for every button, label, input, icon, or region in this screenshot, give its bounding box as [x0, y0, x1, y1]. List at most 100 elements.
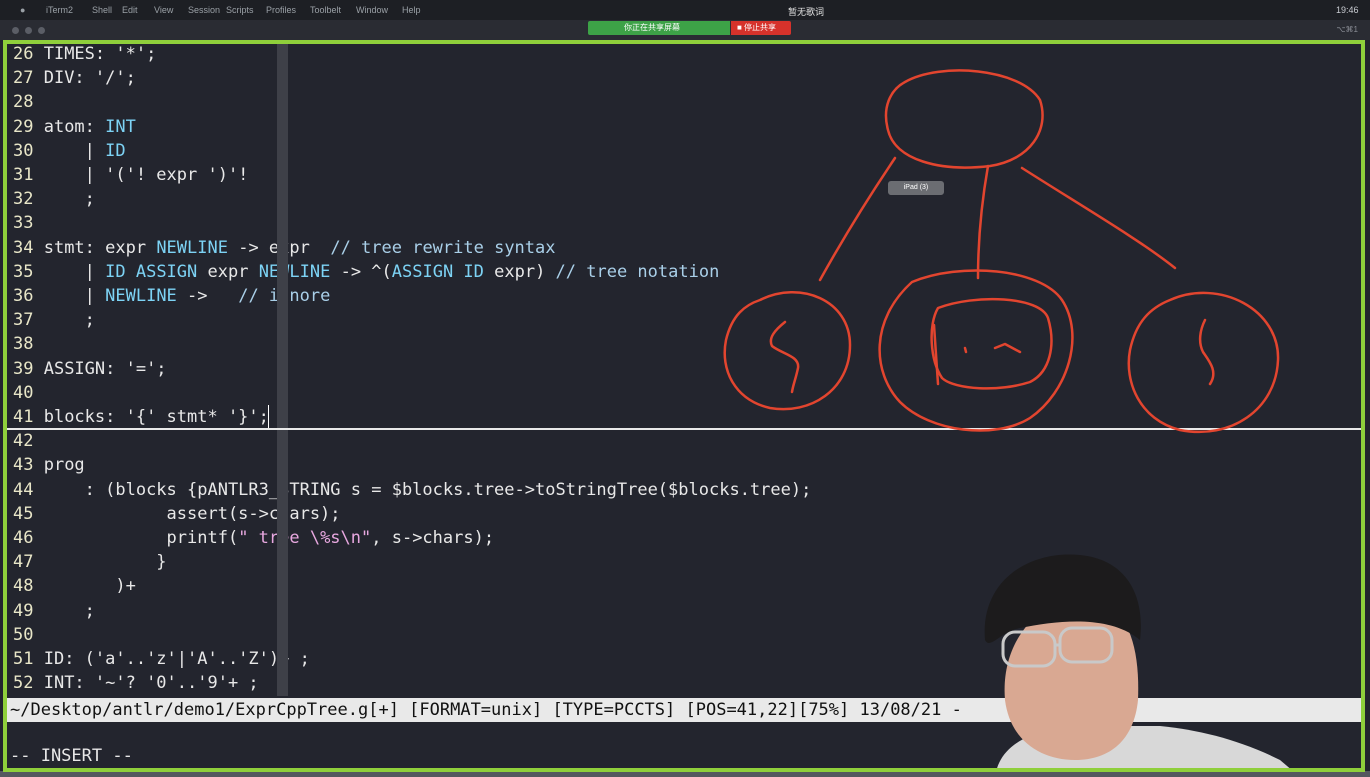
code-token: TIMES: '*';: [33, 44, 157, 64]
code-line: 48 )+: [13, 574, 136, 598]
code-token: ;: [33, 600, 95, 621]
left-node-mark: [769, 320, 800, 394]
code-token: ASSIGN ID: [391, 261, 484, 282]
code-line: 41 blocks: '{' stmt* '}';​: [13, 405, 269, 429]
code-line: 29 atom: INT: [13, 115, 136, 139]
code-token: NEWLINE: [258, 261, 331, 282]
line-number: 45: [13, 503, 34, 524]
code-token: : (blocks {pANTLR3_STRING s = $blocks.tr…: [33, 479, 812, 500]
code-token: expr: [197, 261, 259, 282]
line-number: 49: [13, 600, 34, 621]
menu-item-view[interactable]: View: [154, 5, 173, 15]
code-token: DIV: '/';: [33, 68, 136, 89]
menubar-title: 暂无歌词: [788, 7, 825, 17]
line-number: 39: [13, 358, 34, 379]
minimize-window-button[interactable]: [25, 27, 32, 34]
code-line: 45 assert(s->chars);: [13, 502, 341, 526]
code-token: ;: [33, 310, 95, 331]
line-number: 47: [13, 552, 34, 573]
line-number: 26: [13, 44, 34, 64]
menubar-clock: 19:46: [1336, 5, 1359, 15]
code-line: 37 ;: [13, 308, 95, 332]
code-token: " tree \%s\n": [238, 528, 372, 548]
line-number: 36: [13, 286, 34, 306]
menu-item-scripts[interactable]: Scripts: [226, 5, 254, 15]
code-line: 30 | ID: [13, 139, 126, 163]
line-number: 40: [13, 382, 34, 403]
code-token: }: [33, 552, 167, 573]
code-token: ASSIGN: '=';: [33, 358, 167, 379]
right-node-mark: [1198, 318, 1215, 386]
menu-item-profiles[interactable]: Profiles: [266, 5, 296, 15]
middle-node-circle: [878, 269, 1074, 432]
menu-item-edit[interactable]: Edit: [122, 5, 138, 15]
code-line: 40: [13, 381, 33, 405]
code-line: 26 TIMES: '*';: [13, 42, 156, 66]
right-node-circle: [1127, 291, 1280, 434]
edge-left: [818, 156, 897, 282]
code-line: 38: [13, 332, 33, 356]
vim-mode-indicator: -- INSERT --: [10, 746, 133, 766]
line-number: 28: [13, 92, 34, 113]
edge-middle: [976, 164, 990, 280]
line-number: 41: [13, 407, 34, 427]
menu-app[interactable]: iTerm2: [46, 5, 73, 15]
line-number: 48: [13, 576, 34, 597]
code-line: 47 }: [13, 550, 167, 574]
menu-item-session[interactable]: Session: [188, 5, 220, 15]
edge-right: [1020, 166, 1177, 270]
code-token: ->: [176, 286, 239, 306]
line-number: 34: [13, 237, 34, 258]
code-token: ID ASSIGN: [105, 261, 198, 282]
zoom-window-button[interactable]: [38, 27, 45, 34]
code-line: 49 ;: [13, 599, 95, 623]
code-line: 42: [13, 429, 33, 453]
text-cursor: ​: [267, 405, 269, 429]
code-token: ;: [33, 189, 95, 210]
code-line: 31 | '('! expr ')'!: [13, 163, 248, 187]
line-number: 29: [13, 116, 34, 137]
menu-item-window[interactable]: Window: [356, 5, 388, 15]
code-line: 50: [13, 623, 33, 647]
code-token: )+: [33, 576, 136, 597]
line-number: 51: [13, 649, 34, 669]
line-number: 31: [13, 165, 34, 185]
menu-item-help[interactable]: Help: [402, 5, 421, 15]
code-line: 52 INT: '~'? '0'..'9'+ ;: [13, 671, 259, 695]
code-token: | '('! expr ')'!: [33, 165, 249, 185]
code-token: , s->chars);: [371, 528, 495, 548]
root-node-circle: [884, 69, 1044, 169]
line-number: 43: [13, 455, 34, 476]
code-line: 51 ID: ('a'..'z'|'A'..'Z')+ ;: [13, 647, 310, 671]
code-line: 46 printf(" tree \%s\n", s->chars);: [13, 526, 494, 550]
screen-share-status: 你正在共享屏幕: [588, 21, 730, 35]
vim-status-line: ~/Desktop/antlr/demo1/ExprCppTree.g[+] […: [7, 698, 1361, 722]
vertical-split-bar[interactable]: [277, 44, 288, 696]
mac-menubar: ● iTerm2 Shell Edit View Session Scripts Prof…: [0, 0, 1370, 20]
code-token: INT: '~'? '0'..'9'+ ;: [33, 673, 259, 694]
code-token: ID: ('a'..'z'|'A'..'Z')+ ;: [33, 649, 310, 669]
menu-item-toolbelt[interactable]: Toolbelt: [310, 5, 341, 15]
code-token: -> ^(: [330, 261, 392, 282]
code-token: |: [33, 286, 106, 306]
code-token: NEWLINE: [105, 286, 177, 306]
middle-node-inner: [930, 297, 1053, 390]
code-line: 32 ;: [13, 187, 95, 211]
line-number: 35: [13, 261, 34, 282]
apple-icon[interactable]: ●: [20, 5, 25, 15]
code-token: assert(s->chars);: [33, 503, 341, 524]
line-number: 27: [13, 68, 34, 89]
middle-node-dots: [963, 342, 1022, 354]
code-token: expr): [483, 261, 556, 282]
code-token: ID: [105, 140, 126, 161]
menu-item-shell[interactable]: Shell: [92, 5, 112, 15]
code-token: blocks: '{' stmt* '}';: [33, 407, 269, 427]
window-shortcut: ⌥⌘1: [1336, 25, 1358, 34]
line-number: 44: [13, 479, 34, 500]
code-line: 43 prog: [13, 453, 85, 477]
stop-sharing-button[interactable]: ■ 停止共享: [731, 21, 791, 35]
middle-node-bar: [932, 323, 940, 386]
code-token: atom:: [33, 116, 106, 137]
line-number: 32: [13, 189, 34, 210]
close-window-button[interactable]: [12, 27, 19, 34]
